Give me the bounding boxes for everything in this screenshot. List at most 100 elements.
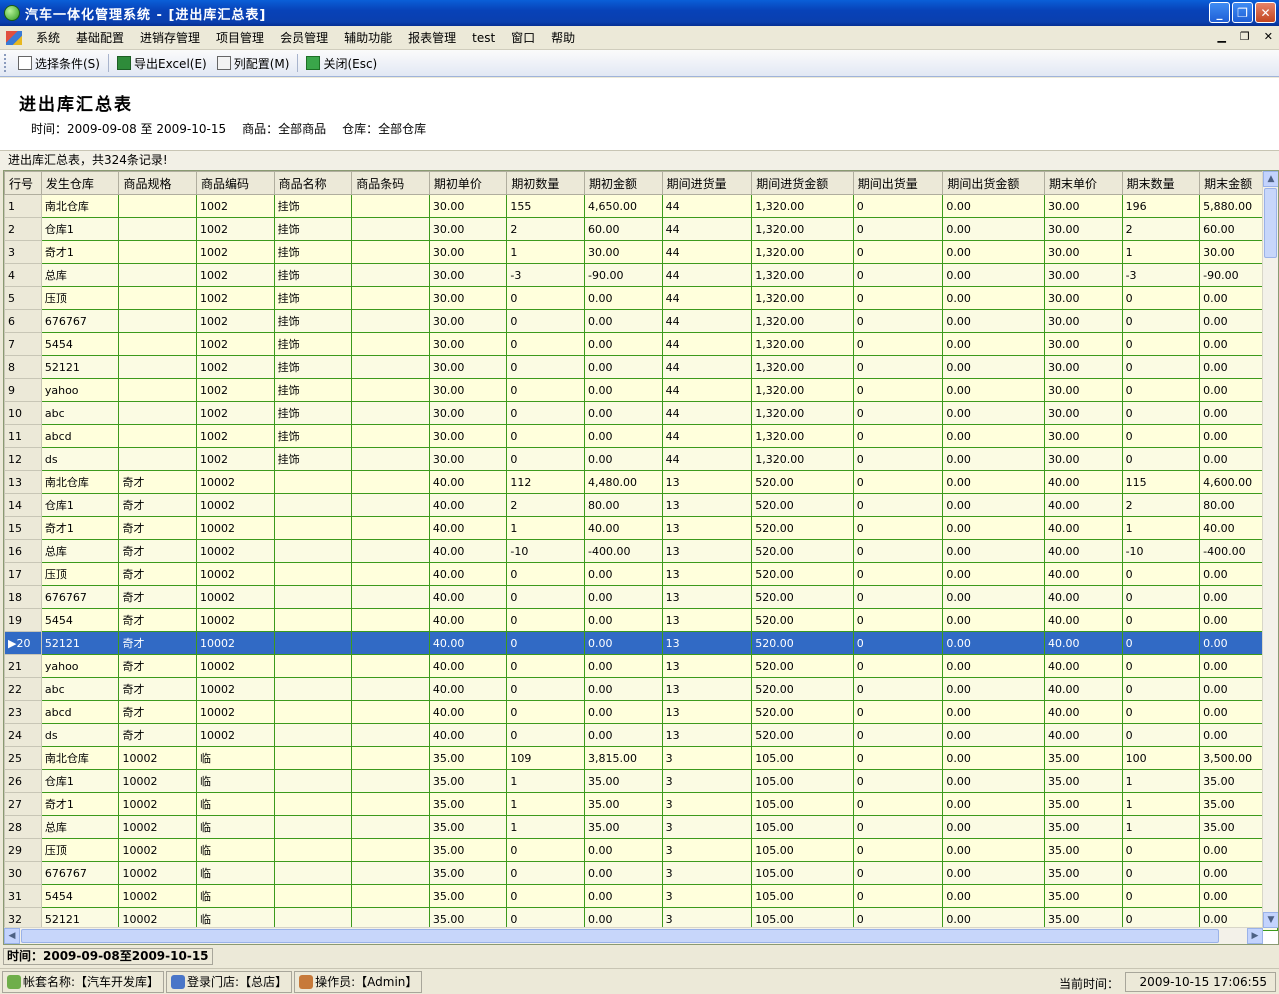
table-cell[interactable]: ds — [40, 723, 120, 747]
table-row[interactable]: 8 52121 1002 挂饰 30.00 0 0.00 44 1,320.00 0 0.00 30.… — [4, 355, 1278, 379]
table-cell[interactable]: 0 — [852, 884, 944, 908]
table-cell[interactable]: 40.00 — [428, 677, 508, 701]
table-cell[interactable] — [273, 792, 353, 816]
row-number-cell[interactable]: 15 — [4, 516, 42, 540]
table-row[interactable]: 7 5454 1002 挂饰 30.00 0 0.00 44 1,320.00 0 0.00 30.0… — [4, 332, 1278, 356]
table-cell[interactable]: 0.00 — [942, 539, 1045, 563]
table-cell[interactable] — [351, 631, 430, 655]
close-window-button[interactable]: ✕ — [1255, 2, 1276, 23]
table-cell[interactable]: 30.00 — [1043, 401, 1123, 425]
table-cell[interactable]: 0.00 — [584, 286, 663, 310]
table-cell[interactable]: 0 — [506, 355, 586, 379]
table-cell[interactable] — [118, 217, 198, 241]
table-cell[interactable] — [273, 493, 353, 517]
table-cell[interactable]: 676767 — [40, 309, 120, 333]
table-cell[interactable]: 0 — [506, 838, 586, 862]
row-number-cell[interactable]: 21 — [4, 654, 42, 678]
table-row[interactable]: 2 仓库1 1002 挂饰 30.00 2 60.00 44 1,320.00 0 0.00 30.0… — [4, 217, 1278, 241]
table-cell[interactable]: 1,320.00 — [751, 194, 854, 218]
table-cell[interactable]: 3 — [661, 861, 753, 885]
table-cell[interactable]: 0.00 — [942, 585, 1045, 609]
table-cell[interactable]: 30.00 — [428, 240, 508, 264]
table-cell[interactable]: 0.00 — [942, 562, 1045, 586]
table-cell[interactable]: 0 — [852, 608, 944, 632]
row-number-cell[interactable]: 2 — [4, 217, 42, 241]
table-row[interactable]: 23 abcd 奇才 10002 40.00 0 0.00 13 520.00 0 0.00 40.0… — [4, 700, 1278, 724]
column-header[interactable]: 行号 — [4, 171, 42, 195]
row-number-cell[interactable]: 22 — [4, 677, 42, 701]
table-cell[interactable]: 40.00 — [428, 700, 508, 724]
table-row[interactable]: 13 南北仓库 奇才 10002 40.00 112 4,480.00 13 520.00 0 0.… — [4, 470, 1278, 494]
table-cell[interactable]: 105.00 — [751, 815, 854, 839]
table-cell[interactable]: 35.00 — [1043, 792, 1123, 816]
table-cell[interactable]: 临 — [196, 861, 275, 885]
table-row[interactable]: 15 奇才1 奇才 10002 40.00 1 40.00 13 520.00 0 0.00 40.0… — [4, 516, 1278, 540]
table-row[interactable]: 1 南北仓库 1002 挂饰 30.00 155 4,650.00 44 1,320.00 0 0.… — [4, 194, 1278, 218]
table-cell[interactable]: 奇才 — [118, 493, 198, 517]
table-cell[interactable]: 仓库1 — [40, 769, 120, 793]
table-cell[interactable]: 0.00 — [584, 355, 663, 379]
table-cell[interactable]: 0.00 — [942, 286, 1045, 310]
table-cell[interactable]: 40.00 — [1043, 493, 1123, 517]
table-cell[interactable]: 112 — [506, 470, 586, 494]
row-number-cell[interactable]: 18 — [4, 585, 42, 609]
column-config-button[interactable]: 列配置(M) — [212, 52, 295, 74]
table-cell[interactable]: 0 — [1121, 677, 1201, 701]
table-cell[interactable]: 挂饰 — [273, 217, 353, 241]
table-cell[interactable]: 5454 — [40, 608, 120, 632]
table-row[interactable]: 14 仓库1 奇才 10002 40.00 2 80.00 13 520.00 0 0.00 40.0… — [4, 493, 1278, 517]
menu-window[interactable]: 窗口 — [503, 27, 543, 49]
table-cell[interactable]: 挂饰 — [273, 378, 353, 402]
table-cell[interactable]: 30.00 — [428, 309, 508, 333]
table-cell[interactable]: 10002 — [196, 723, 275, 747]
table-cell[interactable]: 仓库1 — [40, 493, 120, 517]
table-cell[interactable]: 10002 — [118, 838, 198, 862]
table-cell[interactable]: 1 — [1121, 516, 1201, 540]
table-cell[interactable]: 挂饰 — [273, 309, 353, 333]
table-row[interactable]: 25 南北仓库 10002 临 35.00 109 3,815.00 3 105.00 0 0.00… — [4, 746, 1278, 770]
table-cell[interactable]: 1 — [506, 240, 586, 264]
table-cell[interactable]: 挂饰 — [273, 355, 353, 379]
row-number-cell[interactable]: 28 — [4, 815, 42, 839]
column-header[interactable]: 商品编码 — [196, 171, 275, 195]
table-cell[interactable]: 挂饰 — [273, 332, 353, 356]
table-cell[interactable]: yahoo — [40, 654, 120, 678]
table-cell[interactable]: 1002 — [196, 424, 275, 448]
table-cell[interactable]: 0 — [1121, 585, 1201, 609]
row-number-cell[interactable]: 17 — [4, 562, 42, 586]
table-cell[interactable] — [273, 769, 353, 793]
table-cell[interactable]: 0.00 — [942, 838, 1045, 862]
table-cell[interactable]: 0.00 — [942, 263, 1045, 287]
table-cell[interactable]: 0 — [1121, 424, 1201, 448]
table-cell[interactable]: 奇才 — [118, 677, 198, 701]
column-header[interactable]: 商品名称 — [273, 171, 353, 195]
export-excel-button[interactable]: 导出Excel(E) — [112, 52, 212, 74]
table-cell[interactable]: 南北仓库 — [40, 746, 120, 770]
table-cell[interactable]: 35.00 — [1043, 815, 1123, 839]
table-cell[interactable]: 0.00 — [942, 884, 1045, 908]
table-cell[interactable]: 2 — [1121, 217, 1201, 241]
table-cell[interactable]: 10002 — [196, 654, 275, 678]
column-header[interactable]: 期初单价 — [428, 171, 508, 195]
table-cell[interactable] — [351, 746, 430, 770]
table-cell[interactable] — [351, 263, 430, 287]
table-cell[interactable] — [273, 884, 353, 908]
table-cell[interactable]: 奇才1 — [40, 792, 120, 816]
vertical-scroll-thumb[interactable] — [1264, 188, 1277, 258]
table-cell[interactable]: 0 — [852, 539, 944, 563]
table-cell[interactable]: 35.00 — [428, 769, 508, 793]
table-cell[interactable]: 30.00 — [1043, 447, 1123, 471]
table-cell[interactable] — [351, 585, 430, 609]
table-cell[interactable]: 0 — [506, 447, 586, 471]
mdi-child-icon[interactable] — [6, 30, 22, 45]
table-cell[interactable]: 奇才 — [118, 539, 198, 563]
table-cell[interactable]: 30.00 — [1043, 355, 1123, 379]
table-cell[interactable]: 0.00 — [942, 654, 1045, 678]
table-cell[interactable]: 2 — [506, 217, 586, 241]
table-cell[interactable] — [351, 516, 430, 540]
table-row[interactable]: 9 yahoo 1002 挂饰 30.00 0 0.00 44 1,320.00 0 0.00 30.… — [4, 378, 1278, 402]
table-cell[interactable] — [351, 493, 430, 517]
table-cell[interactable]: 30.00 — [1043, 263, 1123, 287]
table-cell[interactable]: 520.00 — [751, 677, 854, 701]
table-cell[interactable] — [351, 769, 430, 793]
